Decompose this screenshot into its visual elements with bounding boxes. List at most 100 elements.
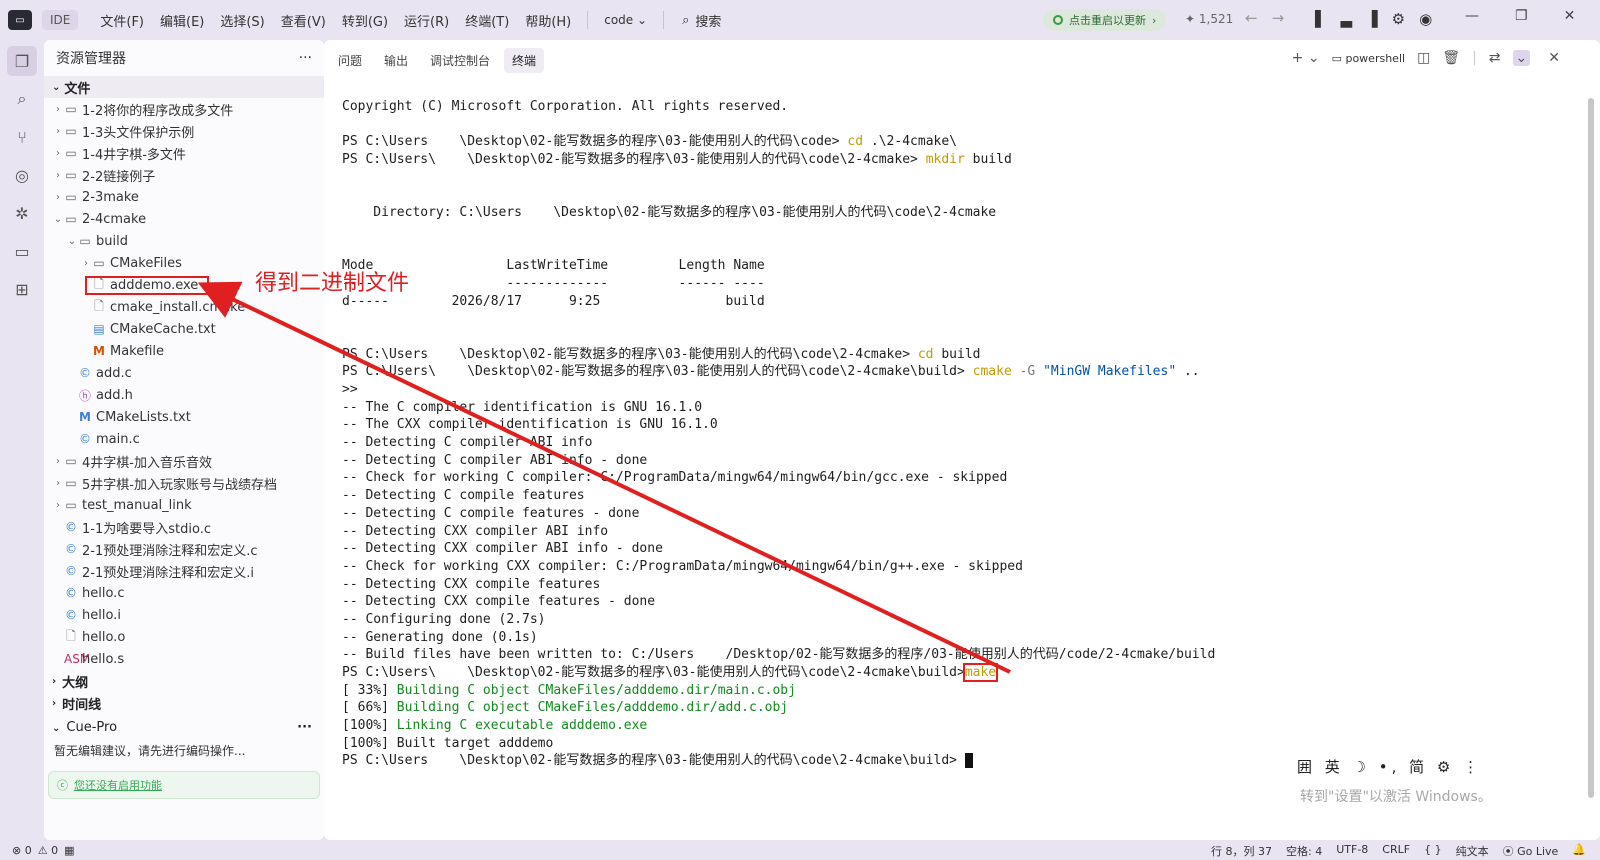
tree-file[interactable]: ⓗ add.h [44,384,324,406]
ime-toolbar[interactable]: 囲 英 ☽ •, 简 ⚙ ⋮ [1297,756,1482,777]
toggle-panel-icon[interactable]: ▃ [1341,10,1353,28]
tree-folder[interactable]: ⌄ ▭ 2-4cmake [44,208,324,230]
ports-icon[interactable]: ▦ [64,844,74,857]
error-count[interactable]: ⊗ 0 [12,844,32,857]
tree-file[interactable]: M Makefile [44,340,324,362]
split-terminal-icon[interactable]: ◫ [1417,50,1430,66]
c-file-icon: © [79,432,91,446]
new-terminal-icon[interactable]: + ⌄ [1292,50,1320,66]
tree-file[interactable]: ASM hello.s [44,648,324,670]
menu-run[interactable]: 运行(R) [396,7,457,34]
folder-icon: ▭ [65,212,77,226]
tree-file[interactable]: © main.c [44,428,324,450]
tree-file[interactable]: ▤ CMakeCache.txt [44,318,324,340]
tree-folder[interactable]: › ▭ 1-2将你的程序改成多文件 [44,98,324,120]
minimize-icon[interactable]: — [1465,8,1479,24]
terminal-text: PS C:\Users \Desktop\02-能写数据多的程序\03-能使用别… [342,753,965,769]
tree-file[interactable]: 🗋 hello.o [44,626,324,648]
restore-icon[interactable]: ❐ [1515,8,1528,24]
explorer-icon[interactable]: ❐ [7,46,37,76]
menu-view[interactable]: 查看(V) [273,7,334,34]
trash-icon[interactable]: 🗑 [1442,50,1460,66]
app-name[interactable]: IDE [42,10,79,30]
tree-item-label: build [96,233,128,249]
terminal-text: make [962,663,999,682]
tab-output[interactable]: 输出 [376,48,416,73]
tree-folder[interactable]: › ▭ 1-4井字棋-多文件 [44,142,324,164]
braces-icon[interactable]: { } [1424,843,1442,859]
terminal-scrollbar[interactable] [1588,98,1594,798]
remote-icon[interactable]: ▭ [7,236,37,266]
menu-help[interactable]: 帮助(H) [517,7,579,34]
section-cue-pro[interactable]: ⌄ Cue-Pro ··· [44,716,324,738]
tree-file[interactable]: 🗋 cmake_install.cmake [44,296,324,318]
terminal-output[interactable]: Copyright (C) Microsoft Corporation. All… [342,98,1215,770]
search-box[interactable]: ⌕ 搜索 [672,7,731,34]
notifications-icon[interactable]: 🔔 [1572,843,1586,859]
shell-selector[interactable]: ▭ powershell [1332,52,1405,65]
go-live-button[interactable]: ⦿ Go Live [1503,843,1559,859]
tree-file[interactable]: © 2-1预处理消除注释和宏定义.i [44,560,324,582]
workspace-select[interactable]: code ⌄ [596,9,655,31]
cue-enable-card[interactable]: ⓒ 您还没有启用功能 [48,771,320,799]
tree-folder[interactable]: › ▭ 4井字棋-加入音乐音效 [44,450,324,472]
back-arrow-icon[interactable]: ← [1245,9,1272,27]
tree-file[interactable]: © 1-1为啥要导入stdio.c [44,516,324,538]
panel-settings-icon[interactable]: ⇄ [1489,50,1501,66]
more-actions-icon[interactable]: ··· [297,720,312,735]
tab-debug-console[interactable]: 调试控制台 [422,48,498,73]
tab-problems[interactable]: 问题 [330,48,370,73]
cursor-position[interactable]: 行 8，列 37 [1211,843,1272,859]
tree-item-label: 2-4cmake [82,211,147,227]
indent-setting[interactable]: 空格: 4 [1286,843,1322,859]
maximize-panel-icon[interactable]: ⌄ [1512,50,1531,66]
section-files[interactable]: ⌄ 文件 [44,76,324,98]
eye-icon[interactable]: ◎ [7,160,37,190]
tree-folder[interactable]: › ▭ 2-2链接例子 [44,164,324,186]
debug-icon[interactable]: ✲ [7,198,37,228]
tree-file[interactable]: © hello.i [44,604,324,626]
menu-file[interactable]: 文件(F) [92,7,152,34]
line-ending[interactable]: CRLF [1382,843,1410,859]
tree-folder[interactable]: › ▭ 2-3make [44,186,324,208]
terminal-line: >> [342,381,1215,399]
toggle-sidebar-icon[interactable]: ▌ [1315,10,1327,28]
counter[interactable]: ✦ 1,521 [1185,12,1233,26]
folder-icon: ▭ [65,146,77,160]
terminal-text: Linking C executable adddemo.exe [396,718,648,734]
close-icon[interactable]: ✕ [1564,8,1576,24]
warning-count[interactable]: ⚠ 0 [38,844,58,857]
section-outline[interactable]: › 大纲 [44,670,324,692]
section-timeline[interactable]: › 时间线 [44,692,324,714]
source-control-icon[interactable]: ⑂ [7,122,37,152]
menu-terminal[interactable]: 终端(T) [457,7,517,34]
close-panel-icon[interactable]: ✕ [1548,50,1560,66]
forward-arrow-icon[interactable]: → [1272,9,1299,27]
terminal-text: mkdir [925,152,965,168]
account-icon[interactable]: ◉ [1419,10,1432,28]
encoding[interactable]: UTF-8 [1336,843,1368,859]
menu-select[interactable]: 选择(S) [212,7,272,34]
tree-file[interactable]: © 2-1预处理消除注释和宏定义.c [44,538,324,560]
search-files-icon[interactable]: ⌕ [7,84,37,114]
menu-goto[interactable]: 转到(G) [334,7,396,34]
tree-file[interactable]: © add.c [44,362,324,384]
tree-folder[interactable]: › ▭ 1-3头文件保护示例 [44,120,324,142]
menu-edit[interactable]: 编辑(E) [152,7,212,34]
language-mode[interactable]: 纯文本 [1456,843,1489,859]
tree-file[interactable]: M CMakeLists.txt [44,406,324,428]
terminal-line: -- The CXX compiler identification is GN… [342,416,1215,434]
tab-terminal[interactable]: 终端 [504,48,545,73]
update-button[interactable]: 点击重启以更新 › [1043,9,1167,31]
toggle-secondary-sidebar-icon[interactable]: ▐ [1366,10,1378,28]
tree-file[interactable]: © hello.c [44,582,324,604]
tree-folder[interactable]: › ▭ 5井字棋-加入玩家账号与战绩存档 [44,472,324,494]
tree-folder[interactable]: › ▭ test_manual_link [44,494,324,516]
tree-folder[interactable]: ⌄ ▭ build [44,230,324,252]
c-file-icon: © [65,564,77,578]
terminal-text: Directory: C:\Users \Desktop\02-能写数据多的程序… [342,205,997,221]
extensions-icon[interactable]: ⊞ [7,274,37,304]
more-actions-icon[interactable]: ··· [299,50,312,66]
gear-icon[interactable]: ⚙ [1392,10,1405,28]
